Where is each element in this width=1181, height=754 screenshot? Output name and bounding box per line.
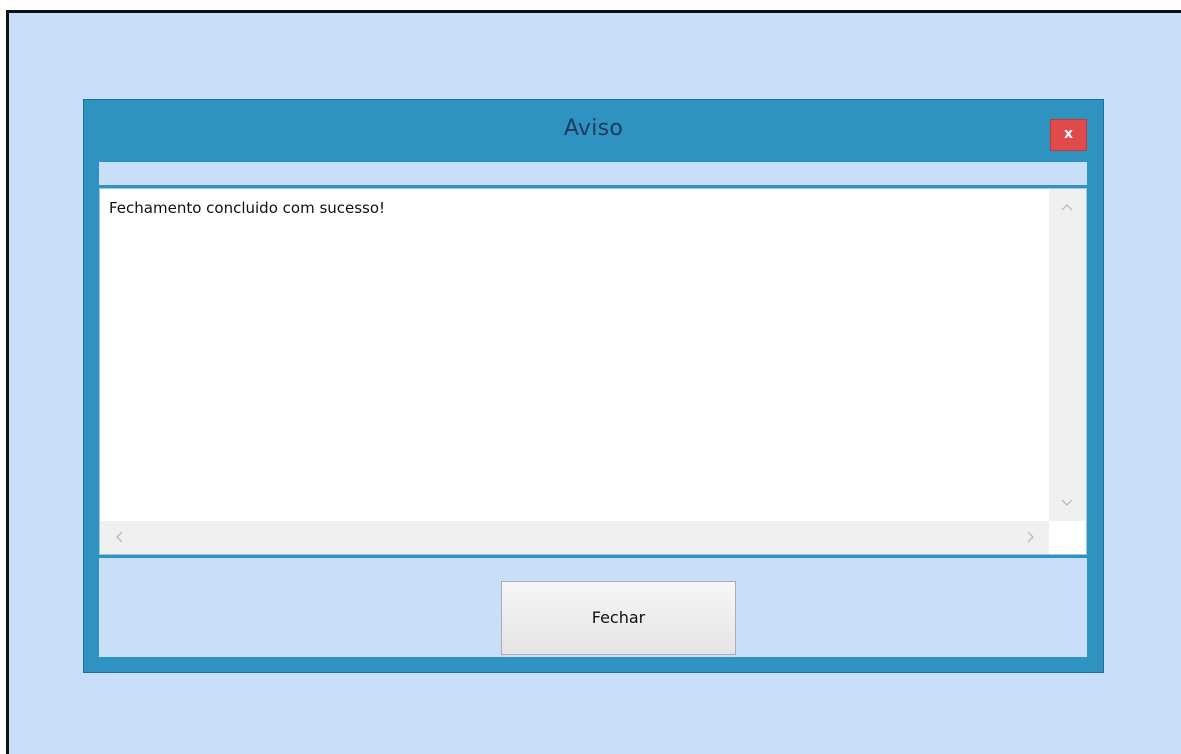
dialog-title: Aviso xyxy=(563,116,624,141)
chevron-right-icon[interactable] xyxy=(1022,530,1038,546)
dialog-footer: Fechar xyxy=(99,557,1087,657)
message-textbox[interactable]: Fechamento concluido com sucesso! xyxy=(99,188,1087,555)
fechar-button[interactable]: Fechar xyxy=(501,581,736,655)
header-strip xyxy=(99,162,1087,186)
dialog-titlebar[interactable]: Aviso x xyxy=(84,100,1103,162)
close-button[interactable]: x xyxy=(1050,119,1087,151)
chevron-down-icon[interactable] xyxy=(1059,495,1075,511)
chevron-left-icon[interactable] xyxy=(112,530,128,546)
vertical-scrollbar[interactable] xyxy=(1049,189,1086,521)
horizontal-scrollbar[interactable] xyxy=(100,521,1051,554)
chevron-up-icon[interactable] xyxy=(1059,201,1075,217)
aviso-dialog: Aviso x Fechamento concluido com sucesso… xyxy=(83,99,1104,673)
scrollbar-corner xyxy=(1049,521,1086,554)
desktop-background: Aviso x Fechamento concluido com sucesso… xyxy=(6,10,1181,754)
message-text: Fechamento concluido com sucesso! xyxy=(109,199,386,217)
